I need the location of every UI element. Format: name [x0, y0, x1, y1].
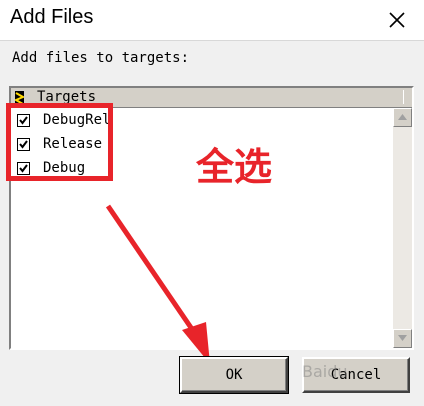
watermark-logo: Baidu [302, 362, 348, 381]
ok-button[interactable]: OK [179, 356, 289, 394]
annotation-arrow [105, 204, 210, 364]
